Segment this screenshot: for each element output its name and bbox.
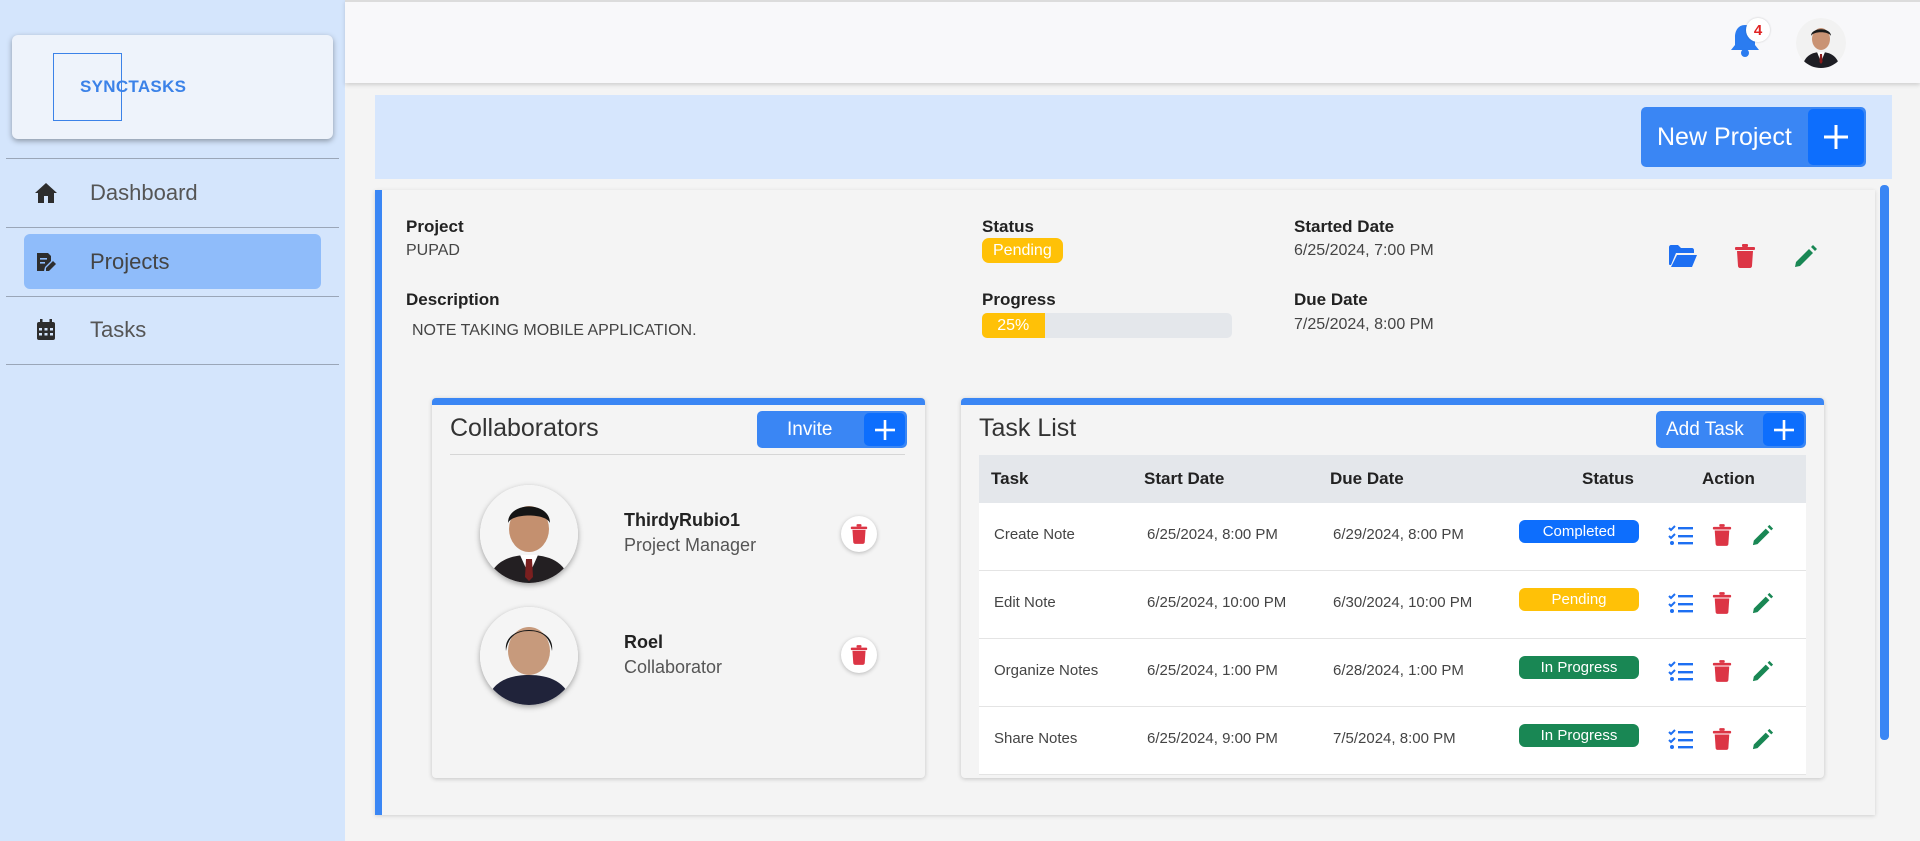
column-header-task: Task bbox=[991, 469, 1029, 488]
sidebar: SYNCTASKS Dashboard Projects Tasks bbox=[0, 0, 345, 841]
plus-icon bbox=[1763, 413, 1804, 446]
task-name: Create Note bbox=[994, 526, 1075, 543]
trash-icon bbox=[850, 645, 868, 665]
plus-icon bbox=[1808, 109, 1864, 165]
nav-divider bbox=[6, 158, 339, 159]
status-badge: Pending bbox=[1519, 588, 1639, 611]
task-list-title: Task List bbox=[979, 414, 1077, 442]
table-row: Share Notes 6/25/2024, 9:00 PM 7/5/2024,… bbox=[979, 707, 1806, 775]
task-start-date: 6/25/2024, 9:00 PM bbox=[1147, 730, 1278, 747]
task-name: Share Notes bbox=[994, 730, 1078, 747]
edit-pencil-icon[interactable] bbox=[1791, 241, 1821, 271]
trash-icon[interactable] bbox=[1730, 241, 1760, 271]
collaborators-title: Collaborators bbox=[450, 414, 599, 442]
table-row: Organize Notes 6/25/2024, 1:00 PM 6/28/2… bbox=[979, 639, 1806, 707]
task-start-date: 6/25/2024, 8:00 PM bbox=[1147, 526, 1278, 543]
card-divider bbox=[450, 454, 905, 455]
trash-icon[interactable] bbox=[1708, 589, 1736, 617]
brand-name: SYNCTASKS bbox=[80, 77, 187, 96]
due-date-value: 7/25/2024, 8:00 PM bbox=[1294, 316, 1434, 333]
remove-collaborator-button[interactable] bbox=[841, 637, 877, 673]
add-task-button[interactable]: Add Task bbox=[1656, 411, 1806, 448]
status-label: Status bbox=[982, 217, 1034, 236]
avatar bbox=[480, 607, 578, 705]
task-start-date: 6/25/2024, 10:00 PM bbox=[1147, 594, 1287, 611]
status-badge: In Progress bbox=[1519, 724, 1639, 747]
progress-bar: 25% bbox=[982, 313, 1232, 338]
add-task-label: Add Task bbox=[1666, 418, 1744, 440]
status-badge: Completed bbox=[1519, 520, 1639, 543]
status-badge: Pending bbox=[982, 238, 1063, 263]
nav-divider bbox=[6, 364, 339, 365]
edit-pencil-icon[interactable] bbox=[1749, 657, 1777, 685]
column-header-due-date: Due Date bbox=[1330, 469, 1404, 488]
progress-label: Progress bbox=[982, 290, 1056, 309]
collaborator-role: Collaborator bbox=[624, 657, 723, 677]
task-due-date: 6/28/2024, 1:00 PM bbox=[1333, 662, 1464, 679]
user-avatar[interactable] bbox=[1796, 18, 1846, 68]
sidebar-item-label: Projects bbox=[90, 248, 170, 274]
task-due-date: 6/30/2024, 10:00 PM bbox=[1333, 594, 1473, 611]
edit-pencil-icon[interactable] bbox=[1749, 521, 1777, 549]
trash-icon[interactable] bbox=[1708, 657, 1736, 685]
collaborator-name: Roel bbox=[624, 632, 664, 652]
brand-logo[interactable]: SYNCTASKS bbox=[12, 35, 333, 139]
project-description: NOTE TAKING MOBILE APPLICATION. bbox=[412, 322, 697, 339]
collaborator-name: ThirdyRubio1 bbox=[624, 510, 740, 530]
task-due-date: 6/29/2024, 8:00 PM bbox=[1333, 526, 1464, 543]
remove-collaborator-button[interactable] bbox=[841, 516, 877, 552]
due-date-label: Due Date bbox=[1294, 290, 1368, 309]
task-start-date: 6/25/2024, 1:00 PM bbox=[1147, 662, 1278, 679]
collaborators-card bbox=[432, 398, 925, 778]
edit-pencil-icon[interactable] bbox=[1749, 725, 1777, 753]
started-date-value: 6/25/2024, 7:00 PM bbox=[1294, 242, 1434, 259]
checklist-icon[interactable] bbox=[1667, 589, 1695, 617]
edit-pencil-icon[interactable] bbox=[1749, 589, 1777, 617]
sidebar-item-tasks[interactable]: Tasks bbox=[24, 302, 321, 357]
checklist-icon[interactable] bbox=[1667, 657, 1695, 685]
sidebar-item-label: Dashboard bbox=[90, 179, 198, 205]
plus-icon bbox=[864, 413, 905, 446]
table-row: Create Note 6/25/2024, 8:00 PM 6/29/2024… bbox=[979, 503, 1806, 571]
task-due-date: 7/5/2024, 8:00 PM bbox=[1333, 730, 1456, 747]
project-label: Project bbox=[406, 217, 464, 236]
calendar-icon bbox=[34, 318, 58, 342]
invite-button[interactable]: Invite bbox=[757, 411, 907, 448]
scrollbar-thumb[interactable] bbox=[1880, 185, 1889, 740]
notification-badge: 4 bbox=[1746, 18, 1770, 42]
edit-document-icon bbox=[34, 250, 58, 274]
nav-divider bbox=[6, 296, 339, 297]
avatar bbox=[480, 485, 578, 583]
project-name: PUPAD bbox=[406, 242, 460, 259]
description-label: Description bbox=[406, 290, 500, 309]
trash-icon[interactable] bbox=[1708, 725, 1736, 753]
collaborator-role: Project Manager bbox=[624, 535, 757, 555]
top-bar bbox=[345, 0, 1920, 83]
progress-fill: 25% bbox=[982, 313, 1045, 338]
column-header-status: Status bbox=[1582, 469, 1634, 488]
task-table-header: Task Start Date Due Date Status Action bbox=[979, 455, 1806, 503]
sidebar-item-projects[interactable]: Projects bbox=[24, 234, 321, 289]
trash-icon bbox=[850, 524, 868, 544]
sidebar-item-label: Tasks bbox=[90, 316, 147, 342]
column-header-start-date: Start Date bbox=[1144, 469, 1225, 488]
checklist-icon[interactable] bbox=[1667, 521, 1695, 549]
new-project-button[interactable]: New Project bbox=[1641, 107, 1866, 167]
home-icon bbox=[34, 181, 58, 205]
column-header-action: Action bbox=[1702, 469, 1755, 488]
task-name: Organize Notes bbox=[994, 662, 1099, 679]
trash-icon[interactable] bbox=[1708, 521, 1736, 549]
nav-divider bbox=[6, 227, 339, 228]
sidebar-item-dashboard[interactable]: Dashboard bbox=[24, 165, 321, 220]
status-badge: In Progress bbox=[1519, 656, 1639, 679]
folder-open-icon[interactable] bbox=[1668, 241, 1698, 271]
started-date-label: Started Date bbox=[1294, 217, 1395, 236]
checklist-icon[interactable] bbox=[1667, 725, 1695, 753]
task-name: Edit Note bbox=[994, 594, 1056, 611]
table-row: Edit Note 6/25/2024, 10:00 PM 6/30/2024,… bbox=[979, 571, 1806, 639]
invite-label: Invite bbox=[787, 418, 833, 440]
new-project-label: New Project bbox=[1657, 122, 1792, 151]
